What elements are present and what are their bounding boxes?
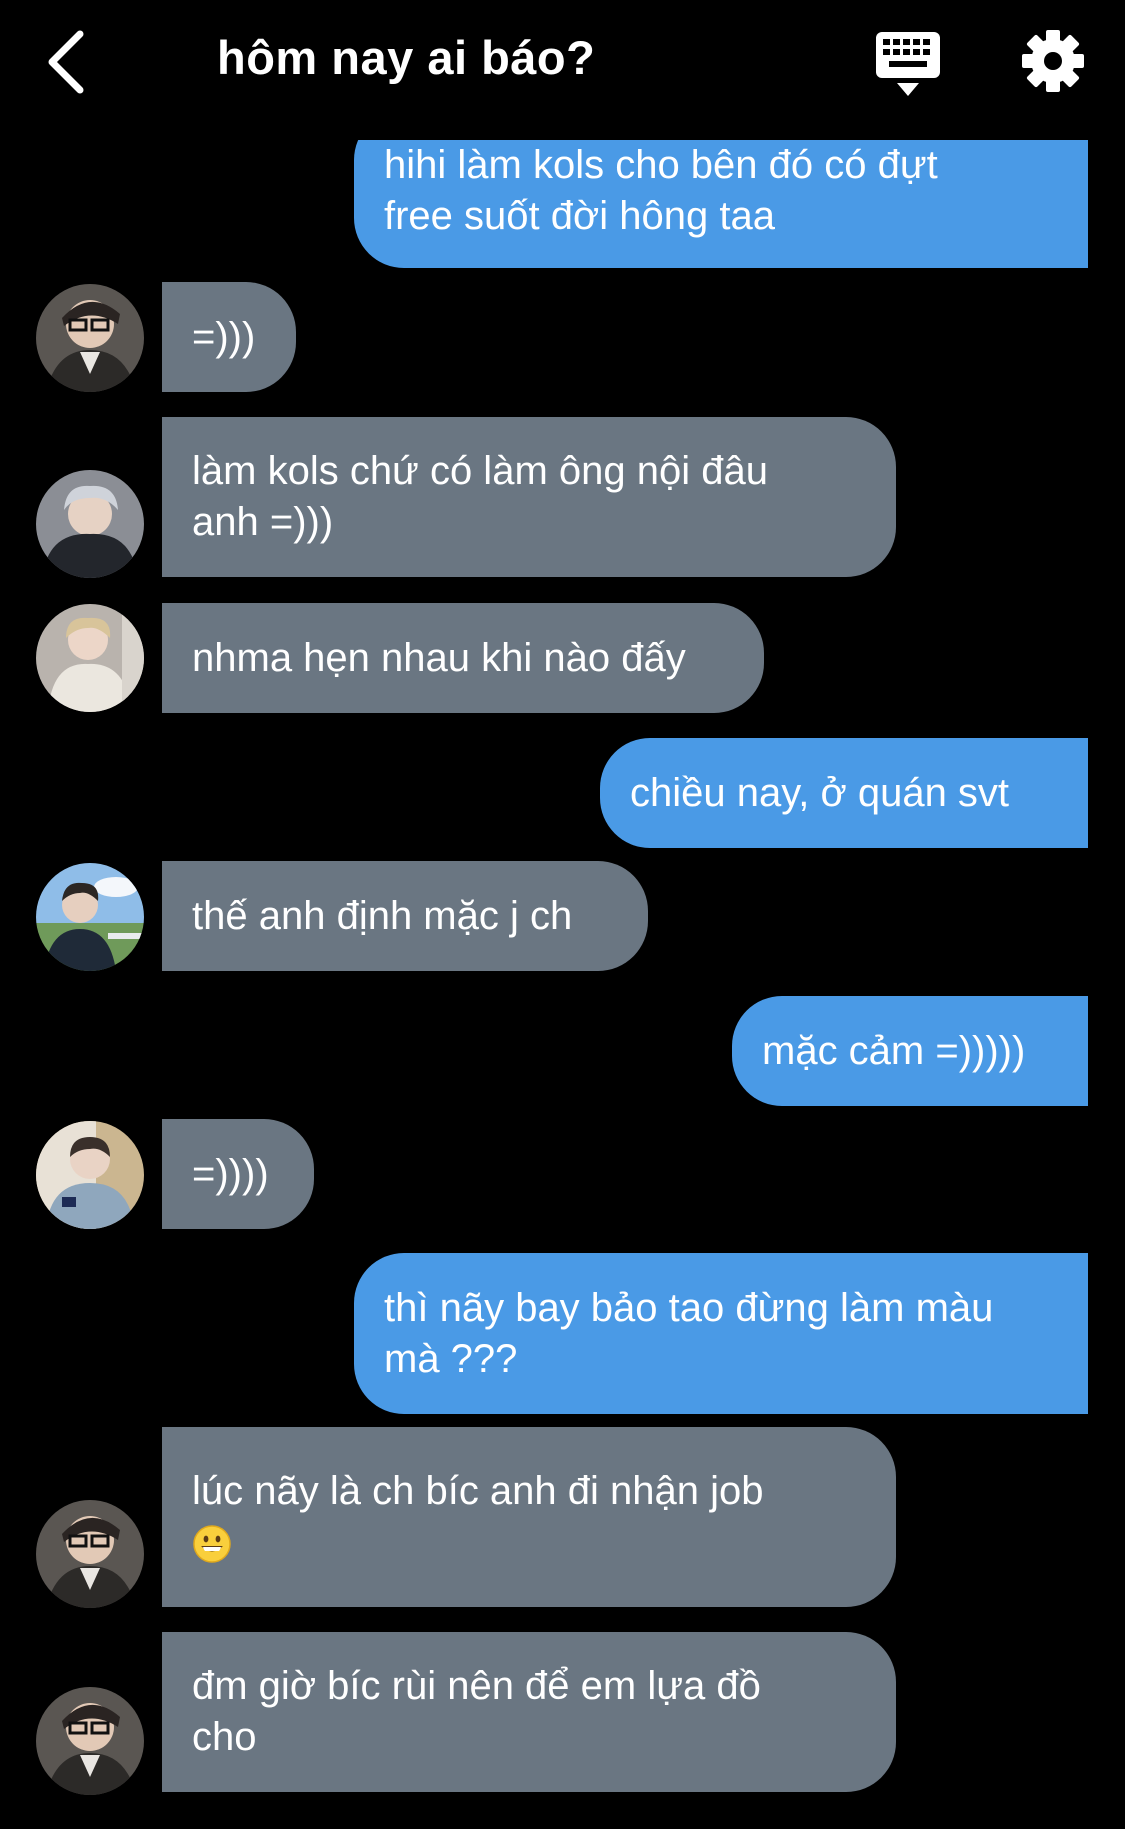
message-line: =))))	[192, 1151, 269, 1196]
message-bubble-received[interactable]: đm giờ bíc rùi nên để em lựa đồ cho	[162, 1632, 896, 1792]
grinning-face-emoji	[192, 1524, 232, 1564]
message-line: free suốt đời hông taa	[384, 194, 775, 238]
settings-button[interactable]	[1020, 28, 1086, 94]
message-bubble-received[interactable]: lúc nãy là ch bíc anh đi nhận job	[162, 1427, 896, 1607]
back-button[interactable]	[36, 22, 106, 102]
message-line: đm giờ bíc rùi nên để em lựa đồ	[192, 1664, 761, 1708]
message-bubble-sent[interactable]: mặc cảm =)))))	[732, 996, 1088, 1106]
message-bubble-received[interactable]: =)))	[162, 282, 296, 392]
message-line: =)))	[192, 314, 256, 359]
gear-icon	[1022, 30, 1084, 92]
message-bubble-received[interactable]: =))))	[162, 1119, 314, 1229]
message-line: thì nãy bay bảo tao đừng làm màu	[384, 1285, 994, 1330]
avatar[interactable]	[36, 604, 144, 712]
avatar[interactable]	[36, 1121, 144, 1229]
message-bubble-sent[interactable]: chiều nay, ở quán svt	[600, 738, 1088, 848]
message-line: chiều nay, ở quán svt	[630, 770, 1010, 815]
keyboard-button[interactable]	[872, 30, 946, 98]
message-line: nhma hẹn nhau khi nào đấy	[192, 635, 686, 680]
message-line: lúc nãy là ch bíc anh đi nhận job	[192, 1469, 764, 1513]
avatar[interactable]	[36, 863, 144, 971]
message-list[interactable]: hihi làm kols cho bên đó có đựt free suố…	[0, 0, 1125, 1829]
avatar[interactable]	[36, 470, 144, 578]
avatar[interactable]	[36, 1500, 144, 1608]
message-line: làm kols chứ có làm ông nội đâu	[192, 449, 768, 493]
avatar[interactable]	[36, 284, 144, 392]
message-bubble-received[interactable]: làm kols chứ có làm ông nội đâu anh =)))	[162, 417, 896, 577]
message-bubble-received[interactable]: thế anh định mặc j ch	[162, 861, 648, 971]
message-line: mặc cảm =)))))	[762, 1028, 1026, 1073]
message-bubble-received[interactable]: nhma hẹn nhau khi nào đấy	[162, 603, 764, 713]
message-line: thế anh định mặc j ch	[192, 893, 573, 938]
page-title: hôm nay ai báo?	[217, 31, 596, 84]
chevron-left-icon	[48, 30, 84, 94]
header-bar: hôm nay ai báo?	[0, 0, 1125, 140]
keyboard-icon	[876, 32, 940, 96]
message-bubble-sent[interactable]: thì nãy bay bảo tao đừng làm màu mà ???	[354, 1253, 1088, 1414]
message-line: cho	[192, 1715, 257, 1759]
message-line: mà ???	[384, 1336, 518, 1381]
avatar[interactable]	[36, 1687, 144, 1795]
message-line: hihi làm kols cho bên đó có đựt	[384, 143, 938, 187]
message-line: anh =)))	[192, 500, 334, 544]
